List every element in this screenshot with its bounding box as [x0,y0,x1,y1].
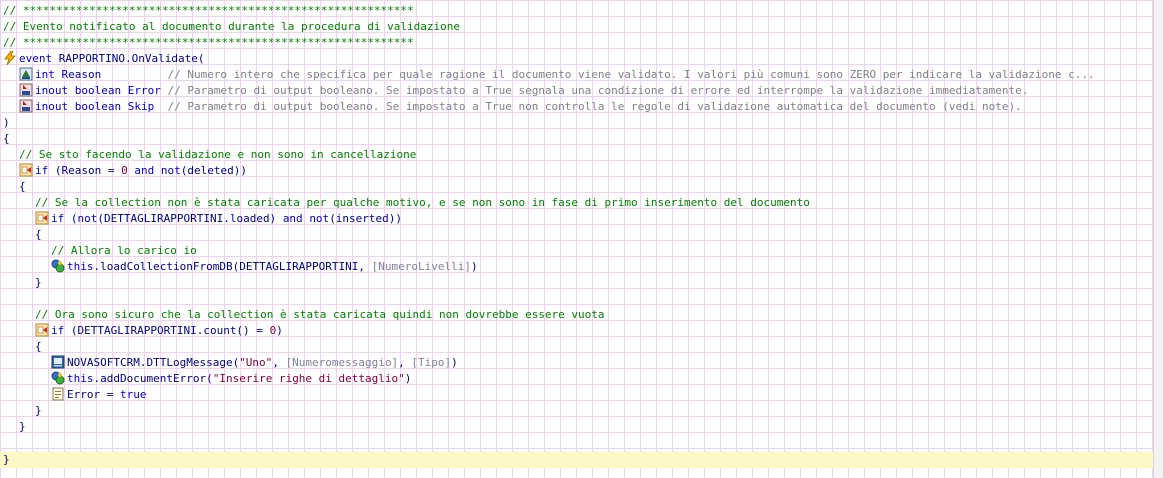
brace: } [35,276,42,289]
event-declaration[interactable]: event RAPPORTINO.OnValidate( [3,51,204,67]
param-reason-comment: // Numero intero che specifica per quale… [167,68,1095,81]
if-condition-part: (DETTAGLIRAPPORTINI.loaded) [97,212,283,225]
final-brace[interactable]: } [3,452,10,468]
separator: , [272,356,286,369]
close-paren: ) [404,372,412,385]
vertical-scrollbar[interactable] [1153,0,1163,478]
not-keyword: not [77,212,98,225]
inout-parameter-icon [19,99,33,113]
banner-line-bottom: // *************************************… [3,36,414,49]
current-line-highlight [0,452,1153,468]
call-add-document-error[interactable]: this.addDocumentError("Inserire righe di… [51,371,411,387]
comment-collection: // Se la collection non è stata caricata… [35,196,810,209]
if-block-icon [35,323,49,337]
assignment-error[interactable]: Error = true [51,387,146,403]
number-literal: 0 [121,164,128,177]
argument: [Tipo] [411,356,452,369]
header-comment: // Evento notificato al documento durant… [3,20,460,33]
and-keyword: and [282,212,303,225]
banner-line-top: // *************************************… [3,4,414,17]
if-condition-part: (Reason = [48,164,122,177]
event-keyword: event [19,52,53,65]
method-name: .loadCollectionFromDB(DETTAGLIRAPPORTINI… [93,260,372,273]
inout-parameter-icon [19,83,33,97]
if-condition-part: (inserted)) [329,212,403,225]
event-name: RAPPORTINO.OnValidate( [58,52,205,65]
this-keyword: this [67,260,94,273]
comment-validation: // Se sto facendo la validazione e non s… [19,148,417,161]
close-paren: ) [3,116,10,129]
this-keyword: this [67,372,94,385]
param-skip-decl: inout boolean Skip [35,100,168,113]
assignment-icon [51,387,65,401]
if-condition-part: ( [64,212,78,225]
log-message-icon [51,355,65,369]
argument: [Numeromessaggio] [285,356,399,369]
open-brace: { [3,132,10,145]
and-keyword: and [127,164,161,177]
method-name: .addDocumentError( [93,372,213,385]
method-call-icon [51,371,65,385]
if-condition-part: (DETTAGLIRAPPORTINI.count() = [64,324,270,337]
if-keyword: if [35,164,49,177]
comment-load: // Allora lo carico io [51,244,197,257]
param-error-decl: inout boolean Error [35,84,168,97]
param-error-comment: // Parametro di output booleano. Se impo… [167,84,1029,97]
close-paren: ) [471,260,478,273]
brace: { [35,340,42,353]
close-paren: ) [451,356,458,369]
string-literal: "Uno" [239,356,273,369]
lightning-bolt-icon [3,51,17,65]
assignment-target: Error = [67,388,120,401]
call-log-message[interactable]: NOVASOFTCRM.DTTLogMessage("Uno", [Numero… [51,355,458,371]
argument: [NumeroLivelli] [371,260,471,273]
input-parameter-icon [19,67,33,81]
true-keyword: true [119,388,147,401]
param-skip-comment: // Parametro di output booleano. Se impo… [167,100,1022,113]
not-keyword: not [160,164,181,177]
if-statement-reason[interactable]: if (Reason = 0 and not(deleted)) [19,163,247,179]
separator: , [398,356,412,369]
brace: } [35,404,42,417]
param-reason-decl: int Reason [35,68,168,81]
brace: } [19,420,26,433]
if-block-icon [19,163,33,177]
param-error[interactable]: inout boolean Error // Parametro di outp… [19,83,1028,99]
if-block-icon [35,211,49,225]
param-skip[interactable]: inout boolean Skip // Parametro di outpu… [19,99,1022,115]
param-reason[interactable]: int Reason // Numero intero che specific… [19,67,1095,83]
call-load-collection[interactable]: this.loadCollectionFromDB(DETTAGLIRAPPOR… [51,259,478,275]
if-condition-part: (deleted)) [180,164,247,177]
method-name: NOVASOFTCRM.DTTLogMessage( [67,356,240,369]
close-paren: ) [276,324,283,337]
brace: { [19,180,26,193]
if-keyword: if [51,324,65,337]
comment-count: // Ora sono sicuro che la collection è s… [35,308,605,321]
method-call-icon [51,259,65,273]
string-literal: "Inserire righe di dettaglio" [212,372,405,385]
if-statement-count[interactable]: if (DETTAGLIRAPPORTINI.count() = 0) [35,323,283,339]
not-keyword: not [309,212,330,225]
brace: { [35,228,42,241]
if-keyword: if [51,212,65,225]
if-statement-loaded[interactable]: if (not(DETTAGLIRAPPORTINI.loaded) and n… [35,211,402,227]
